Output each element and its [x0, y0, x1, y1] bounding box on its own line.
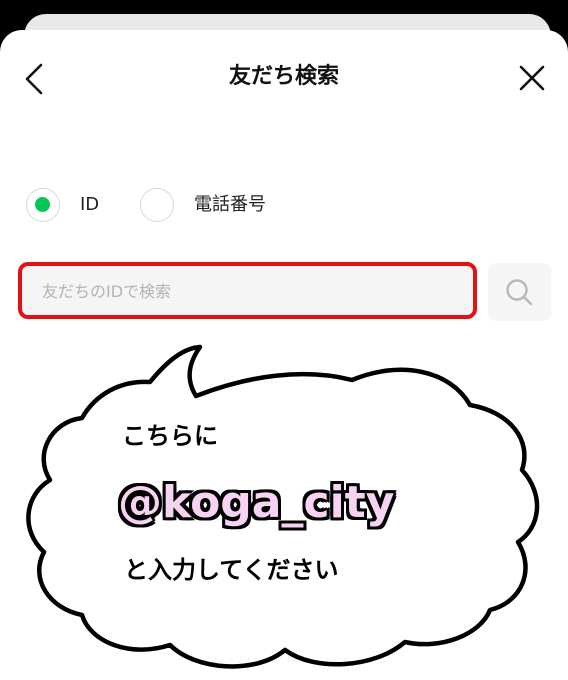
radio-label-id: ID: [80, 194, 100, 215]
search-button[interactable]: [488, 263, 551, 321]
header: 友だち検索: [0, 30, 568, 118]
instruction-callout: こちらに @koga_city と入力してください: [0, 30, 568, 680]
close-button[interactable]: [512, 58, 552, 98]
page-title: 友だち検索: [228, 64, 339, 89]
friend-search-sheet: 友だち検索 ID 電話番号 こちらに: [0, 30, 568, 680]
id-search-input[interactable]: [40, 266, 464, 317]
radio-option-phone[interactable]: 電話番号: [140, 186, 300, 226]
speech-bubble-shape: [26, 344, 540, 669]
search-field-container: [18, 262, 477, 319]
callout-line-3: と入力してください: [124, 556, 339, 584]
close-icon: [519, 65, 545, 91]
callout-line-1: こちらに: [122, 422, 218, 450]
radio-button-id[interactable]: [26, 188, 60, 222]
radio-button-phone[interactable]: [140, 188, 174, 222]
search-icon: [506, 279, 533, 306]
search-type-selector: ID 電話番号: [0, 186, 568, 226]
radio-selected-dot: [35, 197, 50, 212]
callout-account-id: @koga_city: [118, 477, 395, 528]
radio-label-phone: 電話番号: [194, 194, 266, 215]
radio-option-id[interactable]: ID: [26, 186, 116, 226]
